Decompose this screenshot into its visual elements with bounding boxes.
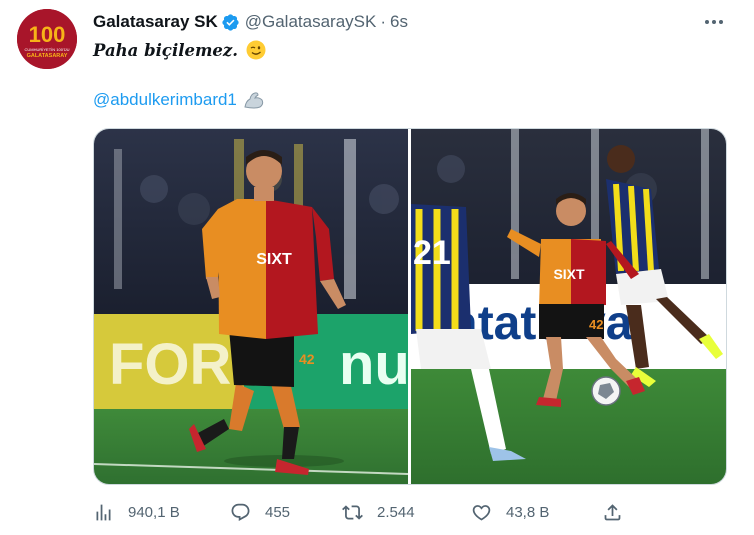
mention-link[interactable]: @abdulkerimbard1 [93, 90, 237, 110]
svg-text:FOR: FOR [109, 332, 231, 397]
reply-count: 455 [265, 503, 291, 521]
svg-text:100: 100 [29, 22, 66, 47]
avatar[interactable]: 100 CUMHURİYETİN 100'ÜU GALATASARAY [17, 9, 77, 69]
reply-icon [231, 503, 250, 521]
galatasaray-100-logo: 100 CUMHURİYETİN 100'ÜU GALATASARAY [17, 9, 77, 69]
share-action[interactable] [602, 497, 637, 527]
like-icon [472, 504, 491, 521]
views-action[interactable]: 940,1 B [93, 497, 180, 527]
tweet-header: Galatasaray SK @GalatasaraySK · 6s [93, 11, 408, 33]
svg-text:nu: nu [339, 332, 408, 397]
user-handle[interactable]: @GalatasaraySK [245, 12, 377, 32]
tweet-timestamp[interactable]: 6s [390, 12, 408, 32]
share-icon [604, 503, 621, 520]
separator: · [380, 12, 387, 31]
svg-text:21: 21 [413, 234, 451, 272]
retweet-icon [342, 504, 363, 520]
display-name[interactable]: Galatasaray SK [93, 12, 218, 32]
tweet-actions-bar: 940,1 B 455 2.544 43,8 B [93, 497, 633, 527]
photo-player-dribbling[interactable]: FOR nu SIXT 42 [94, 129, 408, 484]
retweet-count: 2.544 [377, 503, 415, 521]
views-icon [96, 504, 111, 520]
flexed-biceps-emoji-icon [243, 90, 264, 110]
svg-text:CUMHURİYETİN 100'ÜU: CUMHURİYETİN 100'ÜU [25, 47, 70, 52]
photo-player-on-ball[interactable]: atatu va 21 SIXT 42 [411, 129, 726, 484]
tweet-text: Paha biçilemez. [93, 40, 266, 60]
retweet-action[interactable]: 2.544 [342, 497, 415, 527]
svg-text:SIXT: SIXT [553, 266, 585, 282]
views-count: 940,1 B [128, 503, 180, 521]
like-count: 43,8 B [506, 503, 550, 521]
tweet-text-content: Paha biçilemez. [93, 40, 239, 60]
mention-line: @abdulkerimbard1 [93, 90, 264, 110]
like-action[interactable]: 43,8 B [471, 497, 549, 527]
svg-text:GALATASARAY: GALATASARAY [27, 53, 68, 59]
winking-face-emoji-icon [246, 40, 266, 60]
svg-text:42: 42 [589, 317, 603, 332]
tweet-media-grid[interactable]: FOR nu SIXT 42 atatu va 21 SIXT 42 [93, 128, 727, 485]
svg-text:42: 42 [299, 351, 315, 367]
reply-action[interactable]: 455 [230, 497, 290, 527]
verified-badge-icon [221, 13, 240, 32]
more-options-icon[interactable] [702, 12, 726, 32]
svg-text:SIXT: SIXT [256, 251, 292, 268]
